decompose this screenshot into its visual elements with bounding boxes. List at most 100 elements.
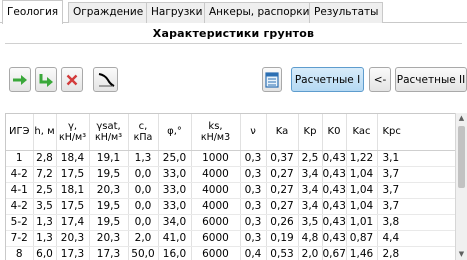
cell-h[interactable]: 3,5 (33, 198, 57, 215)
cell-kpc[interactable]: 3,7 (377, 182, 455, 199)
cell-kp[interactable]: 2,5 (298, 150, 323, 167)
cell-kac[interactable]: 1,01 (346, 214, 378, 231)
cell-kpc[interactable]: 2,8 (377, 246, 455, 260)
cell-ks[interactable]: 6000 (191, 214, 241, 231)
cell-nu[interactable]: 0,3 (240, 214, 267, 231)
cell-phi[interactable]: 34,0 (158, 214, 192, 231)
cell-h[interactable]: 7,2 (33, 166, 57, 183)
cell-gamma[interactable]: 17,5 (56, 166, 90, 183)
cell-h[interactable]: 2,8 (33, 150, 57, 167)
cell-ige[interactable]: 4-1 (6, 182, 34, 199)
cell-gamma[interactable]: 20,3 (56, 230, 90, 247)
cell-cohesion[interactable]: 1,3 (128, 150, 159, 167)
cell-k0[interactable]: 0,43 (322, 214, 347, 231)
cell-phi[interactable]: 16,0 (158, 246, 192, 260)
cell-phi[interactable]: 33,0 (158, 166, 192, 183)
cell-cohesion[interactable]: 50,0 (128, 246, 159, 260)
prev-set-button[interactable]: <- (369, 67, 391, 92)
cell-gamma-sat[interactable]: 17,3 (89, 246, 129, 260)
cell-kpc[interactable]: 3,1 (377, 150, 455, 167)
cell-kac[interactable]: 1,04 (346, 166, 378, 183)
table-row[interactable]: 4-2 3,5 17,5 19,5 0,0 33,0 4000 0,3 0,27 3,4 0,43 1… (6, 198, 455, 215)
cell-kac[interactable]: 1,22 (346, 150, 378, 167)
insert-row-button[interactable] (35, 67, 57, 92)
calc-values-1-button[interactable]: Расчетные I (291, 67, 364, 92)
table-row[interactable]: 1 2,8 18,4 19,1 1,3 25,0 1000 0,3 0,37 2,5 0,43 1,2… (6, 150, 455, 167)
cell-ka[interactable]: 0,27 (266, 166, 299, 183)
cell-gamma[interactable]: 18,1 (56, 182, 90, 199)
cell-k0[interactable]: 0,43 (322, 150, 347, 167)
cell-ige[interactable]: 8 (6, 246, 34, 260)
cell-ks[interactable]: 6000 (191, 230, 241, 247)
cell-phi[interactable]: 41,0 (158, 230, 192, 247)
cell-h[interactable]: 2,5 (33, 182, 57, 199)
cell-phi[interactable]: 33,0 (158, 198, 192, 215)
cell-ks[interactable]: 4000 (191, 166, 241, 183)
cell-ige[interactable]: 1 (6, 150, 34, 167)
cell-ige[interactable]: 4-2 (6, 198, 34, 215)
cell-ka[interactable]: 0,27 (266, 182, 299, 199)
cell-ka[interactable]: 0,26 (266, 214, 299, 231)
tab-anchors[interactable]: Анкеры, распорки (204, 2, 315, 23)
tab-enclosure[interactable]: Ограждение (68, 2, 149, 23)
cell-nu[interactable]: 0,3 (240, 150, 267, 167)
table-scrollbar[interactable]: ▲ ▼ (455, 113, 467, 260)
cell-phi[interactable]: 33,0 (158, 182, 192, 199)
cell-kac[interactable]: 1,46 (346, 246, 378, 260)
cell-kac[interactable]: 1,04 (346, 182, 378, 199)
cell-kac[interactable]: 0,87 (346, 230, 378, 247)
table-row[interactable]: 8 6,0 17,3 17,3 50,0 16,0 6000 0,4 0,53 2,0 0,67 1,… (6, 246, 455, 260)
cell-kp[interactable]: 4,8 (298, 230, 323, 247)
table-view-button[interactable] (262, 67, 282, 92)
cell-kp[interactable]: 2,0 (298, 246, 323, 260)
cell-ks[interactable]: 6000 (191, 246, 241, 260)
cell-kp[interactable]: 3,4 (298, 182, 323, 199)
cell-phi[interactable]: 25,0 (158, 150, 192, 167)
cell-gamma-sat[interactable]: 20,3 (89, 182, 129, 199)
cell-k0[interactable]: 0,67 (322, 246, 347, 260)
tab-geology[interactable]: Геология (2, 0, 64, 24)
cell-kpc[interactable]: 4,4 (377, 230, 455, 247)
cell-h[interactable]: 6,0 (33, 246, 57, 260)
cell-gamma-sat[interactable]: 19,1 (89, 150, 129, 167)
cell-ks[interactable]: 1000 (191, 150, 241, 167)
scroll-up-icon[interactable]: ▲ (456, 113, 467, 124)
cell-gamma[interactable]: 17,5 (56, 198, 90, 215)
diagram-button[interactable] (93, 67, 118, 92)
cell-gamma[interactable]: 18,4 (56, 150, 90, 167)
cell-nu[interactable]: 0,3 (240, 198, 267, 215)
calc-values-2-button[interactable]: Расчетные II (395, 67, 467, 92)
table-row[interactable]: 5-2 1,3 17,4 19,5 0,0 34,0 6000 0,3 0,26 3,5 0,43 1… (6, 214, 455, 231)
cell-kp[interactable]: 3,5 (298, 214, 323, 231)
cell-cohesion[interactable]: 0,0 (128, 182, 159, 199)
table-row[interactable]: 7-2 1,3 20,3 20,3 2,0 41,0 6000 0,3 0,19 4,8 0,43 0… (6, 230, 455, 247)
cell-ige[interactable]: 5-2 (6, 214, 34, 231)
cell-gamma[interactable]: 17,3 (56, 246, 90, 260)
cell-nu[interactable]: 0,3 (240, 230, 267, 247)
cell-cohesion[interactable]: 0,0 (128, 198, 159, 215)
cell-gamma-sat[interactable]: 19,5 (89, 214, 129, 231)
tab-results[interactable]: Результаты (309, 2, 384, 23)
cell-k0[interactable]: 0,43 (322, 166, 347, 183)
cell-gamma[interactable]: 17,4 (56, 214, 90, 231)
cell-h[interactable]: 1,3 (33, 214, 57, 231)
cell-k0[interactable]: 0,43 (322, 230, 347, 247)
tab-loads[interactable]: Нагрузки (146, 2, 208, 23)
cell-kp[interactable]: 3,4 (298, 198, 323, 215)
cell-kpc[interactable]: 3,8 (377, 214, 455, 231)
cell-cohesion[interactable]: 0,0 (128, 166, 159, 183)
cell-kac[interactable]: 1,04 (346, 198, 378, 215)
cell-nu[interactable]: 0,4 (240, 246, 267, 260)
scroll-thumb[interactable] (458, 126, 465, 188)
cell-ka[interactable]: 0,53 (266, 246, 299, 260)
cell-nu[interactable]: 0,3 (240, 166, 267, 183)
cell-nu[interactable]: 0,3 (240, 182, 267, 199)
cell-ks[interactable]: 4000 (191, 182, 241, 199)
cell-ks[interactable]: 4000 (191, 198, 241, 215)
cell-k0[interactable]: 0,43 (322, 182, 347, 199)
scroll-down-icon[interactable]: ▼ (456, 249, 467, 260)
cell-kpc[interactable]: 3,7 (377, 198, 455, 215)
cell-gamma-sat[interactable]: 19,5 (89, 166, 129, 183)
cell-kp[interactable]: 3,4 (298, 166, 323, 183)
cell-ige[interactable]: 7-2 (6, 230, 34, 247)
